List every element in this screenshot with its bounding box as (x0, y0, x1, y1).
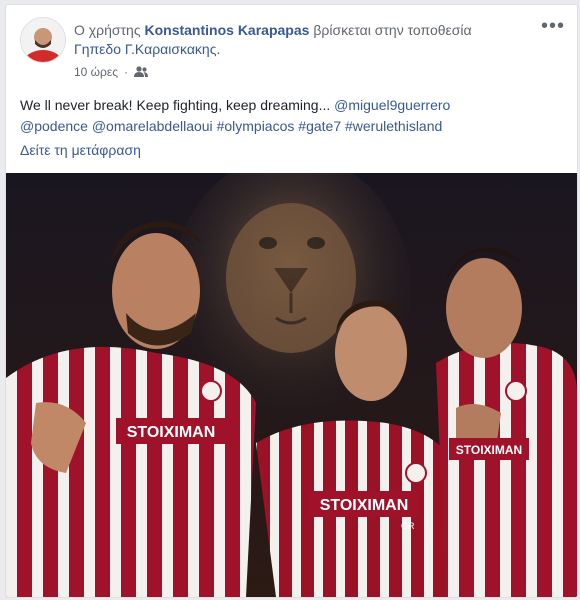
location-link[interactable]: Γηπεδο Γ.Καραισκακης. (74, 41, 220, 57)
author-link[interactable]: Konstantinos Karapapas (144, 22, 309, 38)
friends-icon[interactable] (134, 66, 149, 78)
post-text: We ll never break! Keep fighting, keep d… (20, 95, 560, 137)
mention-link[interactable]: @miguel9guerrero (334, 97, 450, 113)
text-plain: We ll never break! Keep fighting, keep d… (20, 97, 335, 113)
club-badge-icon (505, 380, 527, 402)
post-photo[interactable]: STOIXIMAN STOIXIMAN GR STOIXIMAN (6, 173, 577, 597)
club-badge-icon (405, 462, 427, 484)
sponsor-text: STOIXIMAN (127, 424, 216, 441)
sponsor-gr: GR (401, 521, 415, 531)
hashtag-link[interactable]: #werulethisland (345, 118, 442, 134)
post-meta: 10 ώρες · (74, 65, 149, 79)
hashtag-link[interactable]: #gate7 (298, 118, 341, 134)
title-middle: βρίσκεται στην τοποθεσία (313, 22, 472, 38)
facebook-post: Ο χρήστης Konstantinos Karapapas βρίσκετ… (5, 4, 578, 598)
mention-link[interactable]: @podence (20, 118, 88, 134)
hashtag-link[interactable]: #olympiacos (217, 118, 295, 134)
sponsor-text: STOIXIMAN (456, 443, 522, 457)
more-dots-icon[interactable]: ••• (541, 16, 565, 36)
see-translation-link[interactable]: Δείτε τη μετάφραση (20, 142, 141, 158)
avatar[interactable] (20, 17, 66, 63)
separator-dot: · (124, 65, 129, 79)
post-header: Ο χρήστης Konstantinos Karapapas βρίσκετ… (6, 5, 577, 87)
sponsor-text: STOIXIMAN (320, 497, 409, 514)
title-prefix: Ο χρήστης (74, 22, 141, 38)
mention-link[interactable]: @omarelabdellaoui (92, 118, 213, 134)
post-title: Ο χρήστης Konstantinos Karapapas βρίσκετ… (74, 21, 514, 59)
timestamp[interactable]: 10 ώρες (74, 65, 118, 79)
club-badge-icon (200, 380, 222, 402)
